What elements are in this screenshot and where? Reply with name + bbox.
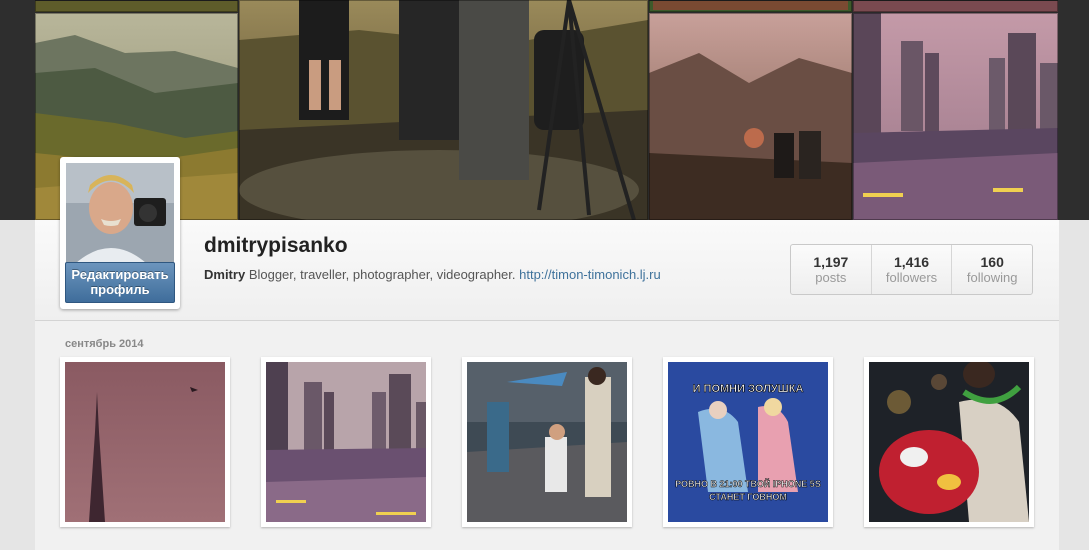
meme-text-bottom-2: СТАНЕТ ГОВНОМ <box>709 492 787 502</box>
feed-month-label: сентябрь 2014 <box>65 338 144 350</box>
edit-profile-button[interactable]: Редактировать профиль <box>65 262 175 303</box>
stat-posts-label: posts <box>815 270 847 285</box>
avatar-card: Редактировать профиль <box>60 157 180 309</box>
stat-posts-count: 1,197 <box>813 254 849 270</box>
profile-stats: 1,197 posts 1,416 followers 160 followin… <box>790 244 1033 295</box>
profile-website-link[interactable]: http://timon-timonich.lj.ru <box>519 267 661 282</box>
stat-posts[interactable]: 1,197 posts <box>791 245 871 294</box>
cover-photo-photographers[interactable] <box>239 0 648 220</box>
cover-photo-top-mid[interactable] <box>649 0 852 12</box>
stat-followers[interactable]: 1,416 followers <box>870 245 952 294</box>
profile-full-name: Dmitry <box>204 267 246 282</box>
photo-city-square <box>266 362 426 522</box>
profile-username: dmitrypisanko <box>204 234 348 257</box>
meme-text-bottom-1: РОВНО В 21:00 ТВОЙ IPHONE 5S <box>675 478 821 489</box>
edit-profile-label-line1: Редактировать <box>71 267 169 282</box>
stat-followers-label: followers <box>885 270 938 285</box>
cover-photo-top-right[interactable] <box>853 0 1058 12</box>
meme-text-top: И ПОМНИ ЗОЛУШКА <box>693 383 804 395</box>
cover-photo-top-left[interactable] <box>35 0 238 12</box>
feed-photo[interactable] <box>864 357 1034 527</box>
cover-photo-city[interactable] <box>853 13 1058 220</box>
avatar[interactable] <box>66 163 174 263</box>
stat-following[interactable]: 160 following <box>951 245 1032 294</box>
photo-kids <box>467 362 627 522</box>
feed-photo[interactable] <box>462 357 632 527</box>
photo-tower <box>65 362 225 522</box>
feed-photo[interactable] <box>261 357 431 527</box>
edit-profile-label-line2: профиль <box>90 282 150 297</box>
stat-following-count: 160 <box>980 254 1004 270</box>
cover-photo-sunset[interactable] <box>649 13 852 220</box>
feed-photo[interactable]: И ПОМНИ ЗОЛУШКА РОВНО В 21:00 ТВОЙ IPHON… <box>663 357 833 527</box>
photo-meme: И ПОМНИ ЗОЛУШКА РОВНО В 21:00 ТВОЙ IPHON… <box>668 362 828 522</box>
profile-bio-text: Blogger, traveller, photographer, videog… <box>248 267 516 282</box>
feed-photo[interactable] <box>60 357 230 527</box>
profile-bio: Dmitry Blogger, traveller, photographer,… <box>204 267 661 282</box>
photo-market <box>869 362 1029 522</box>
stat-followers-count: 1,416 <box>893 254 930 270</box>
stat-following-label: following <box>966 270 1018 285</box>
